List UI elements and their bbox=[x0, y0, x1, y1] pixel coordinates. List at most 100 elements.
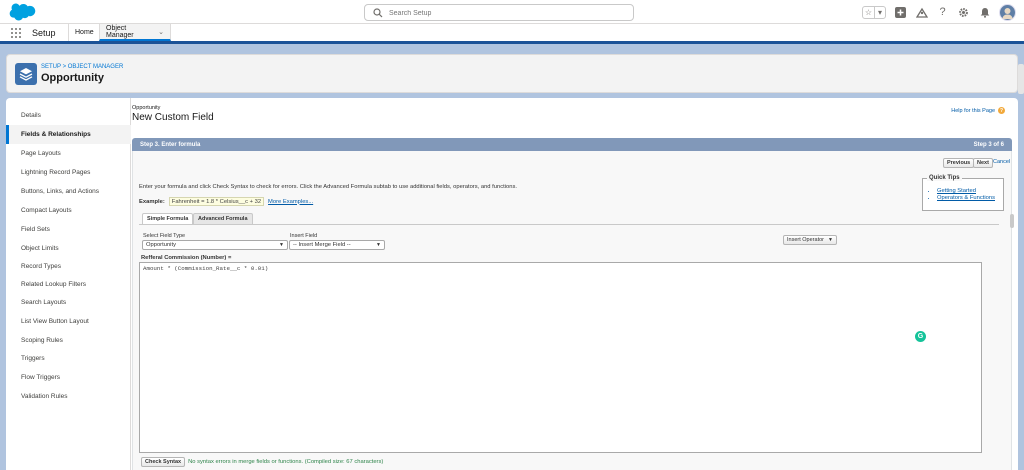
tab-object-manager[interactable]: Object Manager ⌄ bbox=[99, 24, 171, 41]
select-field-type-dropdown[interactable]: Opportunity ▼ bbox=[142, 240, 288, 250]
content-area: Opportunity New Custom Field Help for th… bbox=[132, 98, 1018, 470]
help-icon: ? bbox=[998, 107, 1005, 114]
sidebar-item-triggers[interactable]: Triggers bbox=[6, 349, 131, 368]
sidebar-item-compact-layouts[interactable]: Compact Layouts bbox=[6, 201, 131, 220]
search-box[interactable] bbox=[364, 4, 634, 21]
insert-field-dropdown[interactable]: -- Insert Merge Field -- ▼ bbox=[289, 240, 385, 250]
quick-tips-title: Quick Tips bbox=[927, 175, 962, 181]
check-syntax-button[interactable]: Check Syntax bbox=[141, 457, 186, 467]
tab-simple-formula[interactable]: Simple Formula bbox=[142, 213, 194, 224]
search-icon bbox=[373, 8, 383, 18]
page-scrollbar[interactable] bbox=[1018, 64, 1024, 94]
sidebar: Details Fields & Relationships Page Layo… bbox=[6, 98, 131, 470]
formula-textarea[interactable]: Amount * (Commission_Rate__c * 0.01) bbox=[140, 263, 981, 452]
select-field-type-value: Opportunity bbox=[146, 242, 176, 248]
user-avatar[interactable] bbox=[999, 3, 1016, 21]
sidebar-item-related-lookup-filters[interactable]: Related Lookup Filters bbox=[6, 275, 131, 294]
global-actions-icon[interactable] bbox=[894, 6, 907, 19]
more-examples-link[interactable]: More Examples... bbox=[268, 199, 313, 205]
salesforce-logo[interactable] bbox=[8, 3, 36, 21]
breadcrumb[interactable]: SETUP > OBJECT MANAGER bbox=[41, 64, 123, 70]
sidebar-item-label: Lightning Record Pages bbox=[21, 169, 91, 176]
syntax-status: No syntax errors in merge fields or func… bbox=[188, 459, 384, 465]
sidebar-item-label: Fields & Relationships bbox=[21, 131, 91, 138]
sidebar-item-validation-rules[interactable]: Validation Rules bbox=[6, 387, 131, 406]
cancel-link[interactable]: Cancel bbox=[993, 159, 1010, 165]
sidebar-item-lightning-record-pages[interactable]: Lightning Record Pages bbox=[6, 163, 131, 182]
sidebar-item-buttons-links-actions[interactable]: Buttons, Links, and Actions bbox=[6, 182, 131, 201]
sidebar-item-label: Validation Rules bbox=[21, 393, 68, 400]
sidebar-item-label: Flow Triggers bbox=[21, 374, 61, 381]
context-bar: Setup Home Object Manager ⌄ bbox=[0, 24, 1024, 44]
select-field-type-label: Select Field Type bbox=[143, 233, 186, 239]
app-name: Setup bbox=[32, 28, 56, 38]
previous-button[interactable]: Previous bbox=[943, 158, 975, 168]
insert-operator-label: Insert Operator bbox=[787, 237, 824, 243]
formula-field-label: Refferal Commission (Number) = bbox=[141, 255, 232, 261]
sidebar-item-scoping-rules[interactable]: Scoping Rules bbox=[6, 331, 131, 350]
step-title: Step 3. Enter formula bbox=[140, 141, 201, 148]
trailhead-icon[interactable] bbox=[915, 6, 928, 19]
help-icon[interactable]: ? bbox=[936, 6, 949, 19]
object-header: SETUP > OBJECT MANAGER Opportunity bbox=[6, 54, 1018, 93]
sidebar-item-fields-relationships[interactable]: Fields & Relationships bbox=[6, 125, 131, 144]
sidebar-item-object-limits[interactable]: Object Limits bbox=[6, 239, 131, 258]
tab-home-label: Home bbox=[75, 29, 94, 36]
step-scrollbar[interactable] bbox=[1010, 214, 1014, 228]
search-input[interactable] bbox=[389, 7, 629, 19]
sidebar-item-label: Related Lookup Filters bbox=[21, 281, 87, 288]
avatar-icon bbox=[1002, 7, 1013, 19]
sidebar-item-label: Object Limits bbox=[21, 245, 59, 252]
bell-icon[interactable] bbox=[978, 6, 991, 19]
favorites-dropdown-icon[interactable]: ▾ bbox=[874, 6, 885, 18]
insert-operator-button[interactable]: Insert Operator ▼ bbox=[783, 235, 837, 245]
tab-divider bbox=[139, 224, 999, 225]
global-header: ☆ ▾ ? bbox=[0, 0, 1024, 24]
grammarly-icon[interactable]: G bbox=[915, 331, 926, 342]
sidebar-item-label: Page Layouts bbox=[21, 150, 61, 157]
sidebar-item-label: Record Types bbox=[21, 263, 61, 270]
sidebar-item-field-sets[interactable]: Field Sets bbox=[6, 220, 131, 239]
check-syntax-row: Check Syntax No syntax errors in merge f… bbox=[141, 457, 383, 467]
quick-tips-box: Quick Tips Getting Started Operators & F… bbox=[922, 175, 1004, 211]
sidebar-item-label: Compact Layouts bbox=[21, 207, 72, 214]
layers-icon bbox=[15, 63, 37, 85]
next-button[interactable]: Next bbox=[973, 158, 993, 168]
chevron-down-icon: ▼ bbox=[376, 242, 381, 248]
sidebar-item-label: List View Button Layout bbox=[21, 318, 89, 325]
tab-advanced-formula[interactable]: Advanced Formula bbox=[193, 213, 253, 224]
sidebar-item-details[interactable]: Details bbox=[6, 106, 131, 125]
step-body: Previous Next Cancel Enter your formula … bbox=[132, 151, 1014, 470]
sidebar-item-label: Field Sets bbox=[21, 226, 50, 233]
instructions-text: Enter your formula and click Check Synta… bbox=[139, 184, 517, 190]
chevron-down-icon: ▼ bbox=[279, 242, 284, 248]
header-utility-icons: ☆ ▾ ? bbox=[862, 3, 1016, 21]
gear-icon[interactable] bbox=[957, 6, 970, 19]
chevron-down-icon[interactable]: ⌄ bbox=[158, 28, 164, 36]
insert-field-value: -- Insert Merge Field -- bbox=[293, 242, 351, 248]
example-code: Fahrenheit = 1.8 * Celsius__c + 32 bbox=[168, 197, 265, 206]
example-row: Example: Fahrenheit = 1.8 * Celsius__c +… bbox=[139, 197, 313, 206]
sidebar-item-record-types[interactable]: Record Types bbox=[6, 257, 131, 276]
sidebar-item-list-view-button-layout[interactable]: List View Button Layout bbox=[6, 312, 131, 331]
operators-functions-link[interactable]: Operators & Functions bbox=[937, 195, 995, 202]
sidebar-item-flow-triggers[interactable]: Flow Triggers bbox=[6, 368, 131, 387]
star-icon[interactable]: ☆ bbox=[863, 7, 874, 18]
formula-editor[interactable]: Amount * (Commission_Rate__c * 0.01) bbox=[139, 262, 982, 453]
main-card: Details Fields & Relationships Page Layo… bbox=[6, 98, 1018, 470]
insert-field-label: Insert Field bbox=[290, 233, 318, 239]
step-bar: Step 3. Enter formula Step 3 of 6 bbox=[132, 138, 1012, 151]
help-link[interactable]: Help for this Page ? bbox=[951, 107, 1005, 114]
page-title: New Custom Field bbox=[132, 112, 214, 123]
tab-home[interactable]: Home bbox=[68, 24, 99, 41]
getting-started-link[interactable]: Getting Started bbox=[937, 188, 995, 195]
favorites-group: ☆ ▾ bbox=[862, 5, 886, 19]
sidebar-item-label: Triggers bbox=[21, 355, 45, 362]
chevron-down-icon: ▼ bbox=[828, 237, 833, 243]
sidebar-item-page-layouts[interactable]: Page Layouts bbox=[6, 144, 131, 163]
sidebar-item-search-layouts[interactable]: Search Layouts bbox=[6, 293, 131, 312]
sidebar-item-label: Details bbox=[21, 112, 41, 119]
tab-object-manager-label: Object Manager bbox=[106, 24, 134, 39]
sidebar-item-label: Scoping Rules bbox=[21, 337, 63, 344]
app-launcher-icon[interactable] bbox=[11, 28, 21, 38]
